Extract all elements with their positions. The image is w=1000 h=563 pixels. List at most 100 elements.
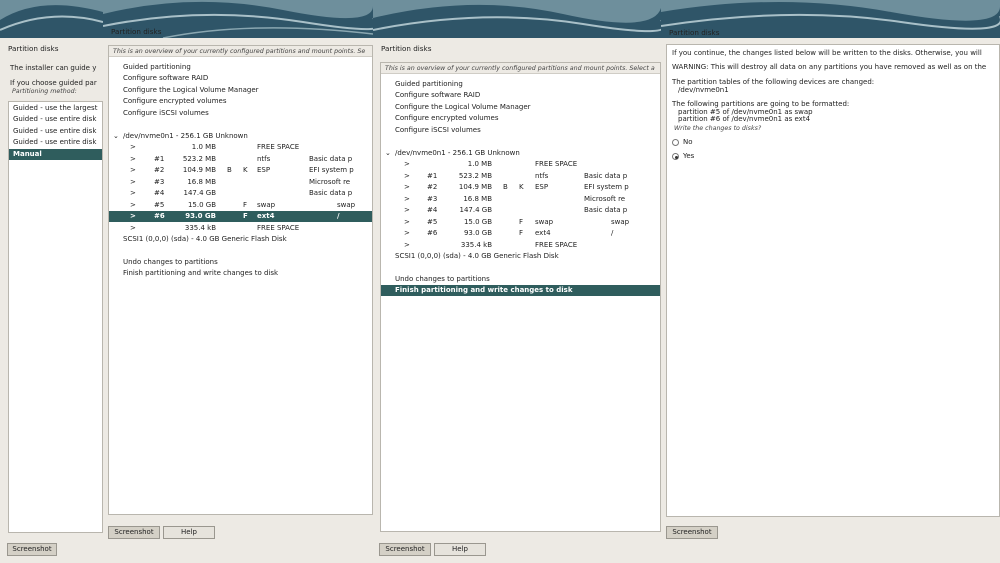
- partition-row[interactable]: > #3 16.8 MB Microsoft re: [381, 194, 660, 205]
- method-option[interactable]: Guided - use entire disk: [9, 137, 102, 148]
- keep-flag: K: [519, 183, 524, 191]
- filesystem: FREE SPACE: [535, 240, 578, 249]
- partition-number: #1: [154, 154, 165, 163]
- filesystem: ntfs: [257, 154, 271, 163]
- arrow-icon: >: [130, 223, 136, 232]
- partition-row[interactable]: > #5 15.0 GB Fswap swap: [381, 217, 660, 228]
- method-option[interactable]: Guided - use entire disk: [9, 126, 102, 137]
- partition-row[interactable]: > #6 93.0 GB Fext4 /: [109, 211, 372, 222]
- formatted-text: The following partitions are going to be…: [672, 100, 850, 108]
- device-text: /dev/nvme0n1: [678, 86, 729, 94]
- partition-size: 16.8 MB: [463, 194, 492, 203]
- partition-number: #6: [154, 212, 165, 220]
- warning-text: WARNING: This will destroy all data on a…: [672, 63, 987, 71]
- partition-list[interactable]: This is an overview of your currently co…: [108, 45, 373, 515]
- screenshot-button[interactable]: Screenshot: [108, 526, 160, 539]
- menu-lvm[interactable]: Configure the Logical Volume Manager: [381, 102, 660, 113]
- partition-number: #3: [427, 194, 438, 203]
- menu-encrypted-volumes[interactable]: Configure encrypted volumes: [381, 113, 660, 124]
- partition-size: 104.9 MB: [458, 183, 492, 191]
- partition-name: EFI system p: [309, 166, 354, 174]
- scsi-disk-row[interactable]: SCSI1 (0,0,0) (sda) - 4.0 GB Generic Fla…: [381, 251, 660, 262]
- partition-name: Basic data p: [309, 154, 353, 163]
- menu-guided-partitioning[interactable]: Guided partitioning: [109, 62, 372, 73]
- method-list[interactable]: Guided - use the largest Guided - use en…: [8, 101, 103, 533]
- menu-iscsi[interactable]: Configure iSCSI volumes: [109, 108, 372, 119]
- partition-number: #4: [427, 206, 438, 214]
- format-flag: F: [243, 212, 248, 220]
- banner: [0, 0, 103, 38]
- undo-changes[interactable]: Undo changes to partitions: [109, 257, 372, 268]
- method-option-manual[interactable]: Manual: [9, 149, 102, 160]
- partition-row[interactable]: > #1 523.2 MB ntfs Basic data p: [381, 171, 660, 182]
- chevron-down-icon: ⌄: [385, 149, 391, 157]
- menu-software-raid[interactable]: Configure software RAID: [381, 90, 660, 101]
- partition-list[interactable]: This is an overview of your currently co…: [380, 62, 661, 532]
- arrow-icon: >: [130, 177, 136, 186]
- partition-name: Basic data p: [584, 171, 628, 180]
- format-flag: F: [519, 229, 524, 237]
- filesystem: ext4: [535, 229, 551, 237]
- partition-row[interactable]: > #2 104.9 MB B K ESP EFI system p: [109, 165, 372, 176]
- menu-lvm[interactable]: Configure the Logical Volume Manager: [109, 85, 372, 96]
- window-title: Partition disks: [669, 28, 720, 37]
- partition-number: #4: [154, 189, 165, 197]
- partition-row[interactable]: >1.0 MB FREE SPACE: [109, 142, 372, 153]
- finish-partitioning[interactable]: Finish partitioning and write changes to…: [381, 285, 660, 296]
- partition-size: 335.4 kB: [460, 240, 492, 249]
- partition-tables-text: The partition tables of the following de…: [672, 78, 875, 86]
- help-button[interactable]: Help: [163, 526, 215, 539]
- filesystem: FREE SPACE: [257, 223, 300, 232]
- partition-row[interactable]: >1.0 MB FREE SPACE: [381, 159, 660, 170]
- arrow-icon: >: [404, 206, 410, 214]
- method-option[interactable]: Guided - use entire disk: [9, 114, 102, 125]
- partition-row[interactable]: > #4 147.4 GB Basic data p: [109, 188, 372, 199]
- partition-size: 93.0 GB: [185, 212, 216, 220]
- filesystem: FREE SPACE: [535, 160, 578, 168]
- partition-row[interactable]: >335.4 kB FREE SPACE: [109, 223, 372, 234]
- partition-row[interactable]: > #4 147.4 GB Basic data p: [381, 205, 660, 216]
- method-option[interactable]: Guided - use the largest: [9, 103, 102, 114]
- arrow-icon: >: [404, 171, 410, 180]
- screenshot-button[interactable]: Screenshot: [379, 543, 431, 556]
- filesystem: ESP: [257, 166, 271, 174]
- format-flag: F: [243, 200, 248, 209]
- partition-size: 523.2 MB: [182, 154, 216, 163]
- bootable-flag: B: [227, 166, 232, 174]
- installer-window-2: Partition disks This is an overview of y…: [103, 0, 373, 563]
- radio-no[interactable]: [672, 139, 679, 146]
- partition-size: 15.0 GB: [463, 217, 492, 226]
- arrow-icon: >: [130, 154, 136, 163]
- radio-yes[interactable]: [672, 153, 679, 160]
- continue-text: If you continue, the changes listed belo…: [672, 49, 982, 57]
- menu-guided-partitioning[interactable]: Guided partitioning: [381, 79, 660, 90]
- window-title: Partition disks: [111, 27, 162, 36]
- screenshot-button[interactable]: Screenshot: [666, 526, 718, 539]
- partition-number: #1: [427, 171, 438, 180]
- help-button[interactable]: Help: [434, 543, 486, 556]
- partition-row[interactable]: >335.4 kB FREE SPACE: [381, 240, 660, 251]
- undo-changes[interactable]: Undo changes to partitions: [381, 274, 660, 285]
- partition-size: 1.0 MB: [191, 143, 216, 151]
- radio-yes-label[interactable]: Yes: [683, 152, 694, 160]
- menu-iscsi[interactable]: Configure iSCSI volumes: [381, 125, 660, 136]
- partition-row[interactable]: > #2 104.9 MB B K ESP EFI system p: [381, 182, 660, 193]
- disk-row[interactable]: ⌄ /dev/nvme0n1 - 256.1 GB Unknown: [109, 131, 372, 142]
- banner: [373, 0, 661, 38]
- partition-size: 335.4 kB: [184, 223, 216, 232]
- partition-row[interactable]: > #6 93.0 GB Fext4 /: [381, 228, 660, 239]
- partition-row[interactable]: > #3 16.8 MB Microsoft re: [109, 177, 372, 188]
- menu-software-raid[interactable]: Configure software RAID: [109, 73, 372, 84]
- disk-row[interactable]: ⌄ /dev/nvme0n1 - 256.1 GB Unknown: [381, 148, 660, 159]
- partition-row[interactable]: > #1 523.2 MB ntfs Basic data p: [109, 154, 372, 165]
- mount-point: swap: [337, 200, 356, 209]
- installer-window-3: Partition disks This is an overview of y…: [373, 0, 661, 563]
- menu-encrypted-volumes[interactable]: Configure encrypted volumes: [109, 96, 372, 107]
- radio-no-label[interactable]: No: [683, 138, 693, 146]
- mount-point: /: [337, 212, 340, 220]
- partition-row[interactable]: > #5 15.0 GB Fswap swap: [109, 200, 372, 211]
- screenshot-button[interactable]: Screenshot: [7, 543, 57, 556]
- finish-partitioning[interactable]: Finish partitioning and write changes to…: [109, 268, 372, 279]
- scsi-disk-row[interactable]: SCSI1 (0,0,0) (sda) - 4.0 GB Generic Fla…: [109, 234, 372, 245]
- window-title: Partition disks: [8, 44, 59, 53]
